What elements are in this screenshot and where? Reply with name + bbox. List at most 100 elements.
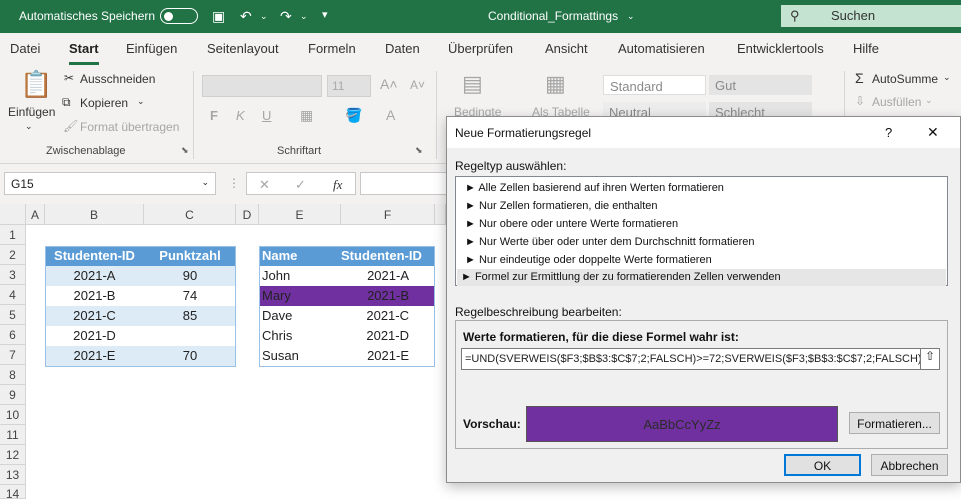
- column-header-b[interactable]: B: [45, 204, 144, 225]
- formula-field[interactable]: =UND(SVERWEIS($F3;$B$3:$C$7;2;FALSCH)>=7…: [461, 348, 921, 370]
- grow-font-icon[interactable]: A˄: [380, 76, 398, 92]
- row-header[interactable]: 4: [0, 285, 26, 305]
- underline-icon[interactable]: U: [262, 108, 271, 123]
- formula-input[interactable]: [360, 172, 455, 195]
- row-header[interactable]: 10: [0, 405, 26, 425]
- font-size-select[interactable]: 11: [327, 75, 371, 97]
- shrink-font-icon[interactable]: A˅: [410, 78, 425, 92]
- tab-formeln[interactable]: Formeln: [308, 41, 356, 56]
- undo-dropdown-icon[interactable]: ⌄: [260, 11, 268, 22]
- format-painter-button[interactable]: Format übertragen: [80, 120, 179, 134]
- row-header[interactable]: 14: [0, 485, 26, 501]
- column-header-d[interactable]: D: [236, 204, 259, 225]
- table1-cell[interactable]: 2021-E: [45, 346, 144, 366]
- table1-cell[interactable]: 74: [144, 286, 236, 306]
- row-header[interactable]: 7: [0, 345, 26, 365]
- help-button[interactable]: ?: [885, 125, 892, 140]
- name-box-dropdown-icon[interactable]: ⌄: [201, 177, 209, 188]
- table2-cell[interactable]: Dave: [259, 306, 341, 326]
- row-header[interactable]: 8: [0, 365, 26, 385]
- customize-toolbar-icon[interactable]: ▾: [322, 8, 328, 21]
- row-header[interactable]: 5: [0, 305, 26, 325]
- tab-daten[interactable]: Daten: [385, 41, 420, 56]
- table1-cell[interactable]: 85: [144, 306, 236, 326]
- ok-button[interactable]: OK: [784, 454, 861, 476]
- row-header[interactable]: 11: [0, 425, 26, 445]
- column-header-a[interactable]: A: [26, 204, 45, 225]
- name-box[interactable]: G15 ⌄: [4, 172, 216, 195]
- table1-cell[interactable]: [144, 326, 236, 346]
- fill-color-icon[interactable]: 🪣: [345, 107, 362, 124]
- rule-type-item[interactable]: ► Nur obere oder untere Werte formatiere…: [461, 216, 948, 233]
- column-header-g[interactable]: [435, 204, 446, 225]
- row-header[interactable]: 6: [0, 325, 26, 345]
- tab-ueberpruefen[interactable]: Überprüfen: [448, 41, 513, 56]
- select-all-corner[interactable]: [0, 204, 26, 225]
- collapse-dialog-icon[interactable]: ⇧: [920, 348, 940, 370]
- tab-start[interactable]: Start: [69, 41, 99, 65]
- row-header[interactable]: 3: [0, 265, 26, 285]
- table2-cell-highlighted[interactable]: Mary: [259, 286, 341, 306]
- copy-dropdown-icon[interactable]: ⌄: [137, 96, 145, 107]
- autosave-toggle[interactable]: [160, 8, 198, 24]
- confirm-formula-icon[interactable]: ✓: [295, 177, 306, 193]
- search-box[interactable]: ⚲ Suchen: [781, 5, 961, 27]
- copy-icon[interactable]: ⧉: [62, 95, 71, 110]
- tab-einfuegen[interactable]: Einfügen: [126, 41, 177, 56]
- italic-icon[interactable]: K: [236, 108, 245, 123]
- row-header[interactable]: 12: [0, 445, 26, 465]
- cut-button[interactable]: Ausschneiden: [80, 72, 155, 86]
- format-button[interactable]: Formatieren...: [849, 412, 940, 434]
- style-good[interactable]: Gut: [709, 75, 812, 95]
- insert-function-icon[interactable]: fx: [333, 177, 342, 193]
- copy-button[interactable]: Kopieren: [80, 96, 128, 110]
- autosum-button[interactable]: AutoSumme: [872, 72, 938, 86]
- table1-cell[interactable]: 2021-C: [45, 306, 144, 326]
- tab-entwicklertools[interactable]: Entwicklertools: [737, 41, 824, 56]
- rule-type-item[interactable]: ► Nur Zellen formatieren, die enthalten: [461, 198, 948, 215]
- table2-cell[interactable]: Susan: [259, 346, 341, 366]
- fill-icon[interactable]: ⇩: [855, 94, 865, 108]
- format-as-table-icon[interactable]: ▦: [545, 71, 566, 97]
- paste-dropdown-icon[interactable]: ⌄: [25, 121, 33, 132]
- tab-automatisieren[interactable]: Automatisieren: [618, 41, 705, 56]
- save-icon[interactable]: ▣: [212, 8, 225, 25]
- font-launcher-icon[interactable]: ⬊: [415, 145, 423, 156]
- table1-cell[interactable]: 2021-B: [45, 286, 144, 306]
- rule-type-item[interactable]: ► Nur eindeutige oder doppelte Werte for…: [461, 252, 948, 269]
- fill-dropdown-icon[interactable]: ⌄: [925, 95, 933, 106]
- cut-icon[interactable]: ✂: [64, 71, 74, 85]
- table2-cell[interactable]: 2021-D: [341, 326, 435, 346]
- clipboard-launcher-icon[interactable]: ⬊: [181, 145, 189, 156]
- table2-cell[interactable]: 2021-E: [341, 346, 435, 366]
- rule-type-item[interactable]: ► Alle Zellen basierend auf ihren Werten…: [461, 180, 948, 197]
- tab-seitenlayout[interactable]: Seitenlayout: [207, 41, 279, 56]
- tab-hilfe[interactable]: Hilfe: [853, 41, 879, 56]
- row-header[interactable]: 9: [0, 385, 26, 405]
- border-icon[interactable]: ▦: [300, 107, 313, 124]
- table1-cell[interactable]: 2021-A: [45, 266, 144, 286]
- tab-datei[interactable]: Datei: [10, 41, 40, 56]
- column-header-f[interactable]: F: [341, 204, 435, 225]
- autosum-icon[interactable]: Σ: [855, 70, 864, 86]
- table2-cell[interactable]: 2021-C: [341, 306, 435, 326]
- font-color-icon[interactable]: A: [386, 107, 395, 123]
- rule-type-item[interactable]: ► Nur Werte über oder unter dem Durchsch…: [461, 234, 948, 251]
- conditional-formatting-icon[interactable]: ▤: [462, 71, 483, 97]
- format-painter-icon[interactable]: 🖌: [63, 119, 78, 133]
- undo-icon[interactable]: ↶: [240, 8, 252, 25]
- bold-icon[interactable]: F: [210, 108, 218, 123]
- table2-cell[interactable]: Chris: [259, 326, 341, 346]
- table2-cell[interactable]: 2021-A: [341, 266, 435, 286]
- row-header[interactable]: 2: [0, 245, 26, 265]
- table2-cell[interactable]: John: [259, 266, 341, 286]
- file-name-dropdown-icon[interactable]: ⌄: [627, 11, 635, 22]
- cancel-formula-icon[interactable]: ✕: [259, 177, 270, 193]
- table1-cell[interactable]: 70: [144, 346, 236, 366]
- table1-cell[interactable]: 90: [144, 266, 236, 286]
- redo-dropdown-icon[interactable]: ⌄: [300, 11, 308, 22]
- font-family-select[interactable]: [202, 75, 322, 97]
- column-header-e[interactable]: E: [259, 204, 341, 225]
- rule-type-item-selected[interactable]: ► Formel zur Ermittlung der zu formatier…: [457, 269, 946, 286]
- style-standard[interactable]: Standard: [603, 75, 706, 95]
